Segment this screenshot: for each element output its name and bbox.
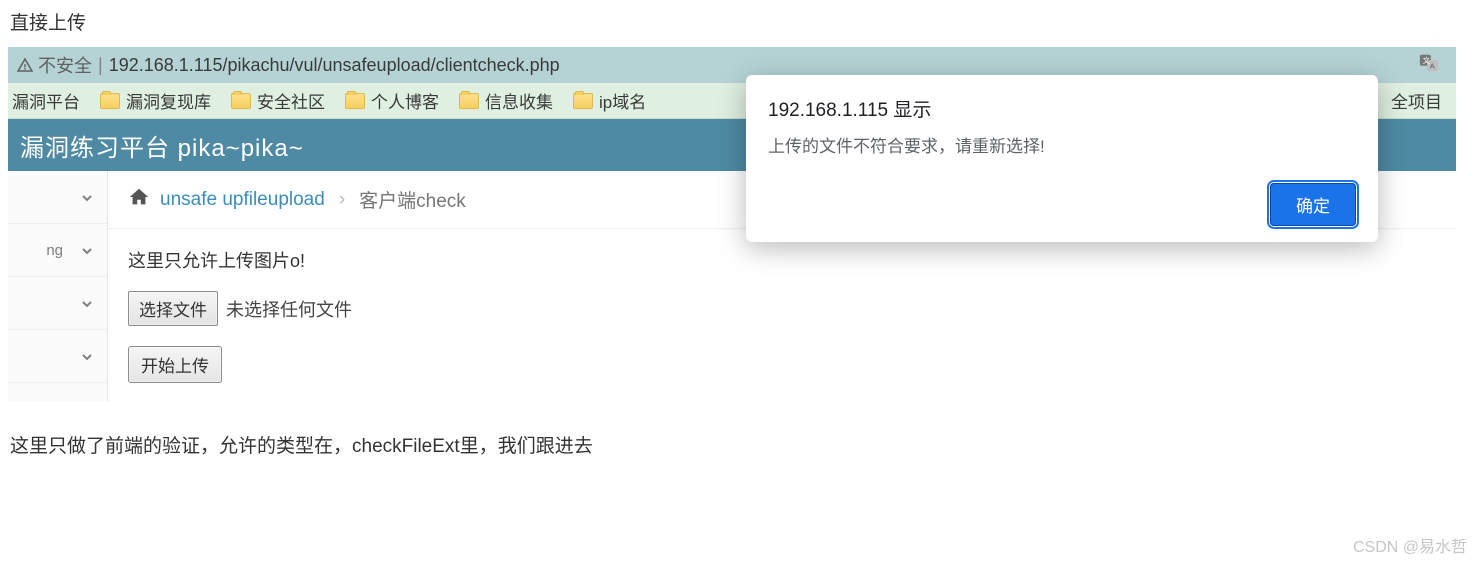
sidebar: ng — [8, 171, 108, 401]
bookmark-right[interactable]: 全项目 — [1391, 88, 1442, 113]
browser-window: 不安全 | 192.168.1.115/pikachu/vul/unsafeup… — [8, 47, 1456, 401]
folder-icon — [231, 93, 251, 109]
watermark: CSDN @易水哲 — [1353, 533, 1467, 557]
breadcrumb-separator: › — [339, 189, 345, 211]
alert-ok-button[interactable]: 确定 — [1270, 183, 1356, 226]
home-icon[interactable] — [128, 186, 150, 214]
site-title: 漏洞练习平台 pika~pika~ — [20, 128, 304, 163]
upload-notice: 这里只允许上传图片o! — [128, 247, 1436, 273]
warning-icon — [16, 56, 34, 74]
bookmark-label: 安全社区 — [257, 88, 325, 113]
chevron-down-icon — [81, 350, 93, 362]
page-note-bottom: 这里只做了前端的验证，允许的类型在，checkFileExt里，我们跟进去 — [0, 401, 1477, 468]
insecure-label: 不安全 — [38, 52, 92, 78]
url-text[interactable]: 192.168.1.115/pikachu/vul/unsafeupload/c… — [109, 55, 560, 76]
bookmark-item[interactable]: 漏洞复现库 — [100, 88, 211, 113]
alert-message: 上传的文件不符合要求，请重新选择! — [768, 132, 1356, 157]
sidebar-item[interactable]: ng — [8, 224, 107, 277]
separator: | — [98, 55, 103, 76]
upload-button[interactable]: 开始上传 — [128, 346, 222, 383]
breadcrumb-current: 客户端check — [359, 186, 466, 213]
bookmark-item[interactable]: 个人博客 — [345, 88, 439, 113]
bookmark-label: 漏洞平台 — [12, 88, 80, 113]
translate-icon[interactable]: 文A — [1418, 52, 1440, 79]
chevron-down-icon — [81, 191, 93, 203]
sidebar-item[interactable] — [8, 277, 107, 330]
folder-icon — [100, 93, 120, 109]
alert-dialog: 192.168.1.115 显示 上传的文件不符合要求，请重新选择! 确定 — [746, 75, 1378, 242]
page-note-top: 直接上传 — [0, 0, 1477, 47]
bookmark-item[interactable]: 信息收集 — [459, 88, 553, 113]
bookmark-label: 个人博客 — [371, 88, 439, 113]
sidebar-item[interactable] — [8, 330, 107, 383]
file-status: 未选择任何文件 — [226, 296, 352, 322]
bookmark-item[interactable]: 安全社区 — [231, 88, 325, 113]
bookmark-item[interactable]: 漏洞平台 — [12, 88, 80, 113]
chevron-down-icon — [81, 244, 93, 256]
chevron-down-icon — [81, 297, 93, 309]
folder-icon — [573, 93, 593, 109]
folder-icon — [459, 93, 479, 109]
bookmark-item[interactable]: ip域名 — [573, 88, 646, 113]
sidebar-item-label: ng — [46, 242, 63, 259]
bookmark-label: 漏洞复现库 — [126, 88, 211, 113]
bookmark-label: ip域名 — [599, 88, 646, 113]
folder-icon — [345, 93, 365, 109]
choose-file-button[interactable]: 选择文件 — [128, 291, 218, 326]
bookmark-label: 信息收集 — [485, 88, 553, 113]
bookmark-label: 全项目 — [1391, 88, 1442, 113]
sidebar-item[interactable] — [8, 171, 107, 224]
breadcrumb-link[interactable]: unsafe upfileupload — [160, 189, 325, 211]
svg-text:A: A — [1430, 61, 1435, 70]
alert-title: 192.168.1.115 显示 — [768, 95, 1356, 122]
